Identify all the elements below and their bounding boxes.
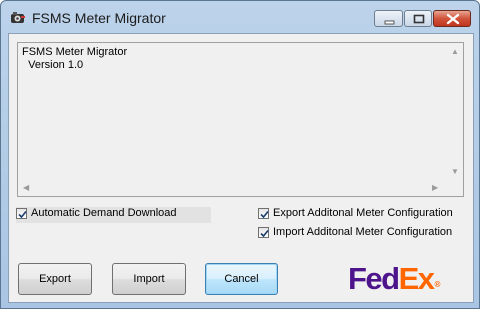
export-button[interactable]: Export — [18, 263, 92, 295]
checkbox-label: Export Additonal Meter Configuration — [273, 207, 453, 219]
import-button[interactable]: Import — [112, 263, 186, 295]
checkmark-icon — [260, 229, 269, 238]
cancel-button[interactable]: Cancel — [205, 263, 278, 295]
horizontal-scrollbar[interactable]: ◀ ▶ — [18, 179, 447, 196]
vertical-scrollbar[interactable]: ▲ ▼ — [446, 43, 463, 179]
automatic-demand-checkbox[interactable]: Automatic Demand Download — [16, 207, 211, 223]
import-config-checkbox[interactable]: Import Additonal Meter Configuration — [258, 226, 456, 242]
checkmark-icon — [18, 210, 27, 219]
close-icon — [446, 13, 460, 25]
scroll-right-icon[interactable]: ▶ — [432, 184, 438, 192]
minimize-icon — [384, 20, 395, 25]
client-area: FSMS Meter Migrator Version 1.0 ▲ ▼ ◀ ▶ … — [8, 33, 474, 303]
checkbox-label: Automatic Demand Download — [31, 207, 177, 219]
maximize-icon — [413, 14, 425, 24]
checkbox-box[interactable] — [258, 227, 269, 238]
app-window: FSMS Meter Migrator FSMS Meter Migrator … — [0, 0, 480, 309]
fedex-logo: FedEx® — [348, 262, 440, 302]
app-gear-icon[interactable] — [10, 11, 26, 25]
registered-mark: ® — [434, 280, 441, 289]
checkbox-label: Import Additonal Meter Configuration — [273, 226, 453, 238]
maximize-button[interactable] — [404, 10, 432, 27]
info-text-panel[interactable]: FSMS Meter Migrator Version 1.0 ▲ ▼ ◀ ▶ — [17, 42, 464, 197]
checkbox-box[interactable] — [16, 208, 27, 219]
export-config-checkbox[interactable]: Export Additonal Meter Configuration — [258, 207, 456, 223]
window-title: FSMS Meter Migrator — [32, 10, 166, 26]
minimize-button[interactable] — [374, 10, 403, 27]
info-text: FSMS Meter Migrator Version 1.0 — [22, 46, 128, 71]
scroll-up-icon[interactable]: ▲ — [451, 48, 459, 56]
title-bar[interactable]: FSMS Meter Migrator — [1, 1, 479, 35]
checkmark-icon — [260, 210, 269, 219]
logo-ex-text: Ex — [398, 261, 435, 296]
scrollbar-corner — [446, 179, 463, 196]
scroll-left-icon[interactable]: ◀ — [23, 184, 29, 192]
close-button[interactable] — [433, 10, 471, 27]
checkbox-box[interactable] — [258, 208, 269, 219]
logo-fed-text: Fed — [348, 261, 400, 296]
scroll-down-icon[interactable]: ▼ — [451, 168, 459, 176]
